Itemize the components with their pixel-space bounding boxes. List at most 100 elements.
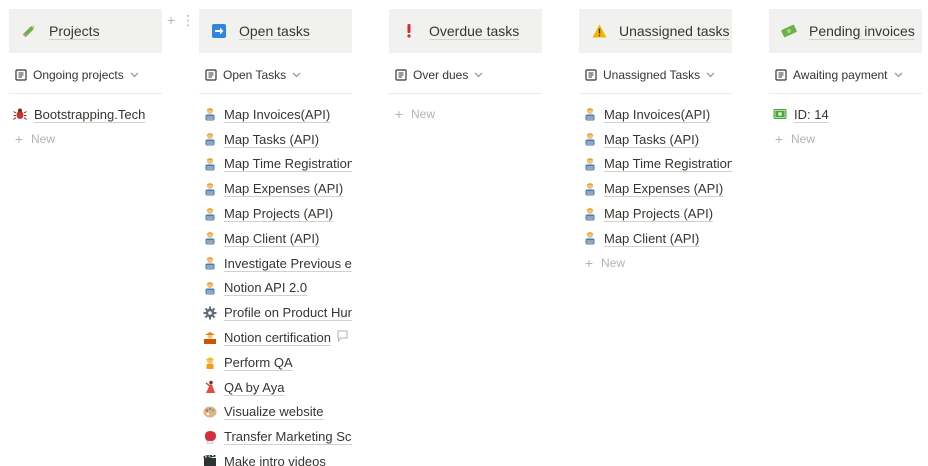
column-header-pending-invoices[interactable]: Pending invoices: [769, 9, 922, 53]
add-column-plus-icon[interactable]: +: [167, 12, 175, 29]
plus-icon: +: [584, 254, 594, 271]
view-selector[interactable]: Ongoing projects: [9, 57, 162, 94]
column-header-open-tasks[interactable]: Open tasks: [199, 9, 352, 53]
drag-handle-icon[interactable]: ⋮: [181, 12, 195, 29]
technologist-icon: [203, 231, 217, 245]
chevron-down-icon: [130, 72, 139, 78]
plus-icon: +: [774, 130, 784, 147]
list-item[interactable]: Make intro videos: [199, 449, 352, 466]
item-label: Map Invoices(API): [224, 106, 331, 122]
view-selector[interactable]: Over dues: [389, 57, 542, 94]
plus-icon: +: [14, 130, 24, 147]
column-title: Pending invoices: [809, 23, 915, 39]
new-item-button[interactable]: + New: [9, 127, 162, 151]
view-label: Ongoing projects: [33, 68, 124, 82]
list-item[interactable]: Map Projects (API): [199, 201, 352, 226]
technologist-icon: [203, 256, 217, 270]
column-header-overdue-tasks[interactable]: Overdue tasks: [389, 9, 542, 53]
list-item[interactable]: Visualize website: [199, 400, 352, 425]
boxing-glove-icon: [203, 430, 217, 444]
list-item[interactable]: ID: 14: [769, 102, 922, 127]
item-label: Map Tasks (API): [224, 131, 320, 147]
technologist-icon: [583, 231, 597, 245]
chevron-down-icon: [706, 72, 715, 78]
list-item[interactable]: Map Invoices(API): [199, 102, 352, 127]
list-item[interactable]: Map Client (API): [199, 226, 352, 251]
technologist-icon: [203, 132, 217, 146]
comment-icon[interactable]: [337, 329, 348, 347]
view-selector[interactable]: Awaiting payment: [769, 57, 922, 94]
list-item[interactable]: Map Time Registration: [199, 152, 352, 177]
item-label: Investigate Previous e: [224, 255, 352, 271]
list-item[interactable]: Investigate Previous e: [199, 251, 352, 276]
arrow-right-box-icon: [211, 23, 227, 39]
view-label: Unassigned Tasks: [603, 68, 701, 82]
item-label: Map Projects (API): [604, 206, 714, 222]
document-icon: [205, 69, 217, 81]
column-projects: Projects Ongoing projects Bootstrapping.…: [9, 0, 162, 466]
exclamation-icon: [401, 23, 417, 39]
list-item[interactable]: Map Projects (API): [579, 201, 732, 226]
list-item[interactable]: Map Client (API): [579, 226, 732, 251]
column-header-unassigned-tasks[interactable]: Unassigned tasks: [579, 9, 732, 53]
technologist-icon: [583, 182, 597, 196]
item-label: Transfer Marketing Sch: [224, 429, 352, 445]
plus-icon: +: [394, 106, 404, 122]
pencil-icon: [21, 23, 37, 39]
list-item[interactable]: Notion API 2.0: [199, 276, 352, 301]
technologist-icon: [203, 157, 217, 171]
list-item[interactable]: Map Expenses (API): [199, 176, 352, 201]
item-label: Map Time Registration: [224, 156, 352, 172]
new-item-button[interactable]: + New: [389, 102, 542, 126]
list-item[interactable]: Profile on Product Hur: [199, 300, 352, 325]
column-pending-invoices: Pending invoices Awaiting payment ID: 14…: [769, 0, 922, 466]
chevron-down-icon: [474, 72, 483, 78]
list-item[interactable]: Map Invoices(API): [579, 102, 732, 127]
item-label: ID: 14: [794, 106, 829, 122]
new-label: New: [31, 131, 56, 146]
list-item[interactable]: Notion certification: [199, 325, 352, 350]
technologist-icon: [203, 107, 217, 121]
item-label: Map Tasks (API): [604, 131, 700, 147]
technologist-icon: [203, 281, 217, 295]
list-item[interactable]: Map Time Registration: [579, 152, 732, 177]
column-open-tasks: Open tasks Open Tasks Map Invoices(API) M…: [199, 0, 352, 466]
item-label: Visualize website: [224, 404, 324, 420]
list-item[interactable]: Perform QA: [199, 350, 352, 375]
column-header-projects[interactable]: Projects: [9, 9, 162, 53]
film-icon: [203, 454, 217, 466]
list-item[interactable]: QA by Aya: [199, 375, 352, 400]
list-item[interactable]: Transfer Marketing Sch: [199, 424, 352, 449]
column-overdue-tasks: Overdue tasks Over dues + New: [389, 0, 542, 466]
item-label: Bootstrapping.Tech: [34, 106, 146, 122]
construction-worker-icon: [203, 355, 217, 370]
view-selector[interactable]: Unassigned Tasks: [579, 57, 732, 94]
new-label: New: [411, 107, 436, 121]
bug-icon: [13, 107, 27, 121]
item-label: Make intro videos: [224, 454, 326, 466]
technologist-icon: [203, 207, 217, 221]
item-label: Map Expenses (API): [604, 181, 724, 197]
dollar-bill-icon: [773, 107, 787, 121]
new-item-button[interactable]: + New: [579, 251, 732, 275]
new-label: New: [601, 255, 626, 270]
item-label: Notion API 2.0: [224, 280, 308, 296]
list-item[interactable]: Map Tasks (API): [199, 127, 352, 152]
document-icon: [395, 69, 407, 81]
item-label: Map Client (API): [224, 230, 320, 246]
technologist-icon: [203, 182, 217, 196]
list-item[interactable]: Map Expenses (API): [579, 176, 732, 201]
view-label: Awaiting payment: [793, 68, 888, 82]
add-column-controls: + ⋮: [167, 12, 195, 29]
list-item[interactable]: Bootstrapping.Tech: [9, 102, 162, 127]
item-label: Map Time Registration: [604, 156, 732, 172]
view-label: Over dues: [413, 68, 469, 82]
teacher-icon: [203, 331, 217, 345]
view-label: Open Tasks: [223, 68, 287, 82]
item-label: Notion certification: [224, 330, 331, 346]
column-title: Overdue tasks: [429, 23, 520, 39]
new-item-button[interactable]: + New: [769, 127, 922, 151]
technologist-icon: [583, 107, 597, 121]
view-selector[interactable]: Open Tasks: [199, 57, 352, 94]
list-item[interactable]: Map Tasks (API): [579, 127, 732, 152]
